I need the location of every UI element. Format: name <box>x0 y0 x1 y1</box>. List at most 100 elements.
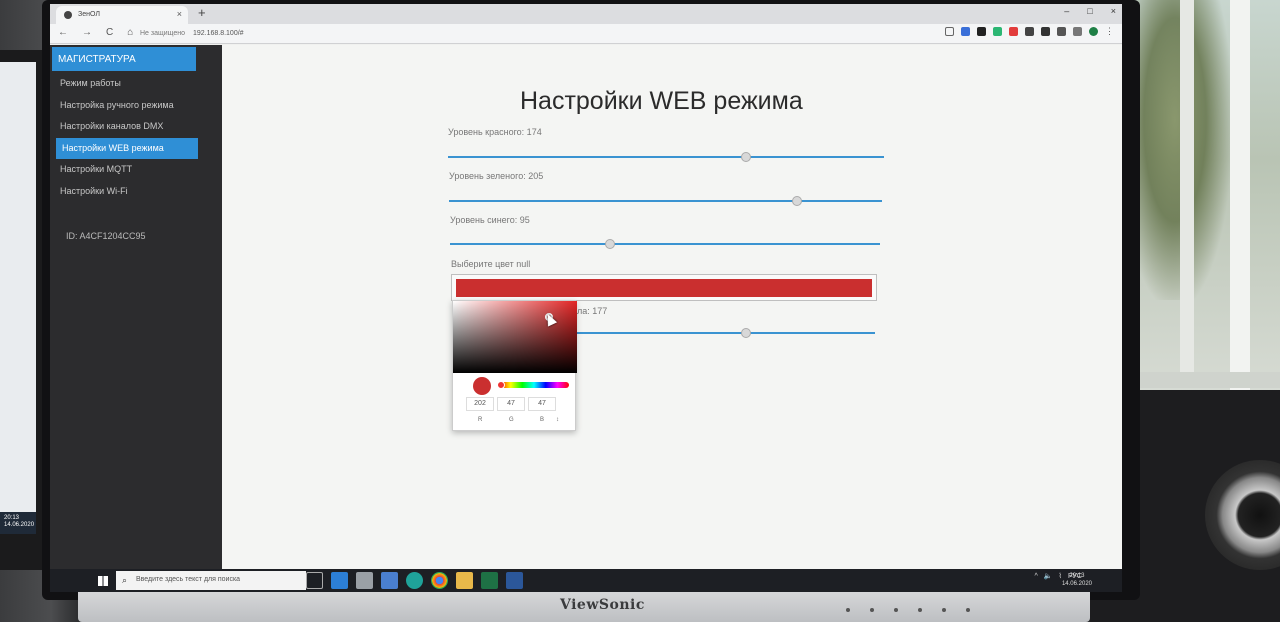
bookmark-star-icon[interactable] <box>945 27 954 36</box>
clock-time: 20:13 <box>1069 573 1085 579</box>
profile-avatar[interactable] <box>1089 27 1098 36</box>
extension-icon[interactable] <box>961 27 970 36</box>
saturation-value-area[interactable] <box>453 301 577 373</box>
url-text: 192.168.8.100/# <box>192 30 244 37</box>
favicon-icon <box>64 11 72 19</box>
color-picker-popup: 202 47 47 R G B ↕ <box>452 300 577 431</box>
extension-icon[interactable] <box>1057 27 1066 36</box>
maximize-button[interactable]: □ <box>1087 6 1092 16</box>
file-explorer-icon[interactable] <box>456 572 473 589</box>
windows-start-icon[interactable] <box>98 576 108 586</box>
blue-level-label: Уровень синего: 95 <box>450 215 530 225</box>
left-monitor-screen <box>0 62 36 532</box>
back-icon[interactable]: ← <box>58 27 68 38</box>
task-view-icon[interactable] <box>306 572 323 589</box>
sidebar-item-dmx[interactable]: Настройки каналов DMX <box>50 116 222 138</box>
close-window-button[interactable]: × <box>1111 6 1116 16</box>
color-preview-swatch <box>473 377 491 395</box>
menu-kebab-icon[interactable]: ⋮ <box>1105 27 1114 36</box>
window-frame <box>1230 0 1250 390</box>
color-value-fill <box>456 279 872 297</box>
browser-tabbar: ЗенОЛ × + – □ × <box>50 4 1122 24</box>
extension-icon[interactable] <box>1041 27 1050 36</box>
extension-icons: ⋮ <box>945 27 1114 36</box>
address-bar[interactable]: Не защищено 192.168.8.100/# <box>140 30 244 37</box>
monitor-button <box>870 608 874 612</box>
reload-icon[interactable]: C <box>106 27 113 38</box>
vscode-icon[interactable] <box>331 572 348 589</box>
app-icon[interactable] <box>381 572 398 589</box>
home-icon[interactable]: ⌂ <box>127 27 133 38</box>
clock-date: 14.06.2020 <box>1061 581 1092 587</box>
new-tab-button[interactable]: + <box>198 5 206 20</box>
taskbar-search[interactable]: ⌕ Введите здесь текст для поиска <box>116 571 306 590</box>
minimize-button[interactable]: – <box>1064 6 1069 16</box>
word-icon[interactable] <box>506 572 523 589</box>
sidebar-menu: Режим работы Настройка ручного режима На… <box>50 73 222 202</box>
blue-channel-label: B <box>540 417 545 423</box>
taskbar-apps <box>306 572 523 589</box>
extension-icon[interactable] <box>993 27 1002 36</box>
app-icon[interactable] <box>356 572 373 589</box>
volume-icon[interactable]: 🔈 <box>1044 572 1053 580</box>
green-slider-track[interactable] <box>449 200 882 202</box>
monitor-buttons <box>846 608 970 612</box>
blue-slider-thumb[interactable] <box>605 239 616 249</box>
browser-tab[interactable]: ЗенОЛ × <box>56 6 188 24</box>
browser-toolbar: ← → C ⌂ Не защищено 192.168.8.100/# ⋮ <box>50 24 1122 44</box>
red-slider-thumb[interactable] <box>740 152 751 162</box>
security-label: Не защищено <box>140 30 185 37</box>
format-toggle-icon[interactable]: ↕ <box>556 417 559 423</box>
green-slider-thumb[interactable] <box>792 196 803 206</box>
monitor-button <box>846 608 850 612</box>
windows-taskbar: ⌕ Введите здесь текст для поиска ^ 🔈 ⌇ Р… <box>50 569 1122 592</box>
green-channel-label: G <box>509 417 514 423</box>
sidebar-item-web[interactable]: Настройки WEB режима <box>56 137 198 159</box>
green-value-input[interactable]: 47 <box>497 397 525 411</box>
opera-icon[interactable] <box>1009 27 1018 36</box>
search-icon: ⌕ <box>122 575 128 585</box>
monitor-screen: ЗенОЛ × + – □ × ← → C ⌂ Не защищено 192.… <box>50 4 1122 592</box>
web-page: МАГИСТРАТУРА Режим работы Настройка ручн… <box>50 45 1122 569</box>
left-monitor-clock: 20:13 14.06.2020 <box>4 515 34 529</box>
color-select-label: Выберите цвет null <box>451 259 531 269</box>
red-value-input[interactable]: 202 <box>466 397 494 411</box>
window-controls: – □ × <box>1064 6 1116 16</box>
extension-icon[interactable] <box>1073 27 1082 36</box>
monitor-button <box>894 608 898 612</box>
excel-icon[interactable] <box>481 572 498 589</box>
hue-slider[interactable] <box>499 382 569 388</box>
sidebar-brand[interactable]: МАГИСТРАТУРА <box>52 47 196 71</box>
photo-scene: 20:13 14.06.2020 ViewSonic ЗенОЛ × + – □… <box>0 0 1280 622</box>
device-id: ID: A4CF1204CC95 <box>66 231 146 241</box>
monitor-button <box>966 608 970 612</box>
left-clock-date: 14.06.2020 <box>4 522 35 528</box>
nav-buttons: ← → C ⌂ <box>58 27 133 38</box>
forward-icon[interactable]: → <box>82 27 92 38</box>
monitor-button <box>918 608 922 612</box>
chrome-icon[interactable] <box>431 572 448 589</box>
blue-value-input[interactable]: 47 <box>528 397 556 411</box>
monitor-brand: ViewSonic <box>560 597 645 613</box>
red-slider-track[interactable] <box>448 156 884 158</box>
tray-chevron-icon[interactable]: ^ <box>1035 573 1038 580</box>
sidebar-item-manual[interactable]: Настройка ручного режима <box>50 95 222 117</box>
tab-title: ЗенОЛ <box>78 11 100 18</box>
sidebar-item-wifi[interactable]: Настройки Wi-Fi <box>50 181 222 203</box>
extension-icon[interactable] <box>1025 27 1034 36</box>
color-input[interactable] <box>451 274 877 301</box>
sidebar-item-mode[interactable]: Режим работы <box>50 73 222 95</box>
monitor-button <box>942 608 946 612</box>
green-level-label: Уровень зеленого: 205 <box>449 171 544 181</box>
channel-slider-thumb[interactable] <box>740 328 751 338</box>
arduino-icon[interactable] <box>406 572 423 589</box>
tab-close-icon[interactable]: × <box>177 9 182 19</box>
taskbar-clock[interactable]: 20:13 14.06.2020 <box>1062 572 1092 588</box>
red-level-label: Уровень красного: 174 <box>448 127 542 137</box>
blue-slider-track[interactable] <box>450 243 880 245</box>
left-clock-time: 20:13 <box>4 515 20 521</box>
sidebar-item-mqtt[interactable]: Настройки MQTT <box>50 159 222 181</box>
hue-slider-knob[interactable] <box>497 381 505 389</box>
extension-icon[interactable] <box>977 27 986 36</box>
red-channel-label: R <box>478 417 483 423</box>
